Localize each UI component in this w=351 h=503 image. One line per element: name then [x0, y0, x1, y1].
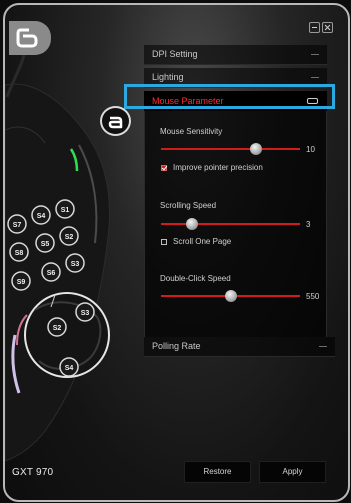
- scrolling-speed-slider[interactable]: [161, 218, 300, 230]
- mouse-sensitivity-knob[interactable]: [249, 143, 262, 155]
- double-click-speed-slider[interactable]: [161, 290, 300, 302]
- collapse-icon: [311, 77, 319, 78]
- dpi-setting-label: DPI Setting: [152, 49, 198, 59]
- app-window: S1 S2 S3 S4 S5 S6 S7 S8 S9 S2 S3 S4 DPI Setting Li…: [3, 3, 350, 502]
- double-click-speed-value: 550: [306, 292, 320, 301]
- mouse-sensitivity-slider[interactable]: [161, 143, 300, 155]
- side-button-label: S4: [37, 213, 46, 220]
- minimize-icon[interactable]: [309, 22, 320, 33]
- side-button-label: S3: [71, 261, 80, 268]
- restore-button[interactable]: Restore: [184, 461, 251, 483]
- side-button-label: S5: [41, 241, 50, 248]
- highlight-frame: [124, 84, 335, 109]
- side-button-label: S6: [47, 270, 56, 277]
- scroll-one-page-label: Scroll One Page: [173, 237, 232, 246]
- mouse-parameter-body: Mouse Sensitivity 10 Improve pointer pre…: [144, 111, 327, 337]
- side-button-label: S1: [61, 207, 70, 214]
- close-icon[interactable]: [322, 22, 333, 33]
- double-click-speed-label: Double-Click Speed: [160, 274, 231, 283]
- polling-rate-label: Polling Rate: [152, 341, 201, 351]
- double-click-speed-knob[interactable]: [224, 290, 237, 302]
- polling-rate-header[interactable]: Polling Rate: [144, 337, 335, 357]
- side-button-label: S9: [17, 279, 26, 286]
- side-button-label: S8: [15, 250, 24, 257]
- number-six-badge-icon: [9, 21, 51, 55]
- zoom-button-label: S2: [53, 325, 62, 332]
- side-button-label: S2: [65, 234, 74, 241]
- letter-a-callout-icon: [100, 106, 131, 136]
- mouse-sensitivity-label: Mouse Sensitivity: [160, 127, 223, 136]
- scrolling-speed-label: Scrolling Speed: [160, 201, 217, 210]
- improve-pointer-precision-label: Improve pointer precision: [173, 163, 263, 172]
- improve-pointer-precision-checkbox[interactable]: [161, 165, 167, 171]
- zoom-button-label: S3: [81, 310, 90, 317]
- apply-button[interactable]: Apply: [259, 461, 326, 483]
- side-button-label: S7: [13, 222, 22, 229]
- scrolling-speed-knob[interactable]: [185, 218, 198, 230]
- product-name: GXT 970: [12, 467, 54, 478]
- zoom-button-label: S4: [65, 365, 74, 372]
- scrolling-speed-value: 3: [306, 220, 311, 229]
- scroll-one-page-checkbox[interactable]: [161, 239, 167, 245]
- collapse-icon: [319, 346, 327, 347]
- mouse-sensitivity-value: 10: [306, 145, 315, 154]
- dpi-setting-header[interactable]: DPI Setting: [144, 45, 327, 65]
- collapse-icon: [311, 54, 319, 55]
- lighting-label: Lighting: [152, 72, 184, 82]
